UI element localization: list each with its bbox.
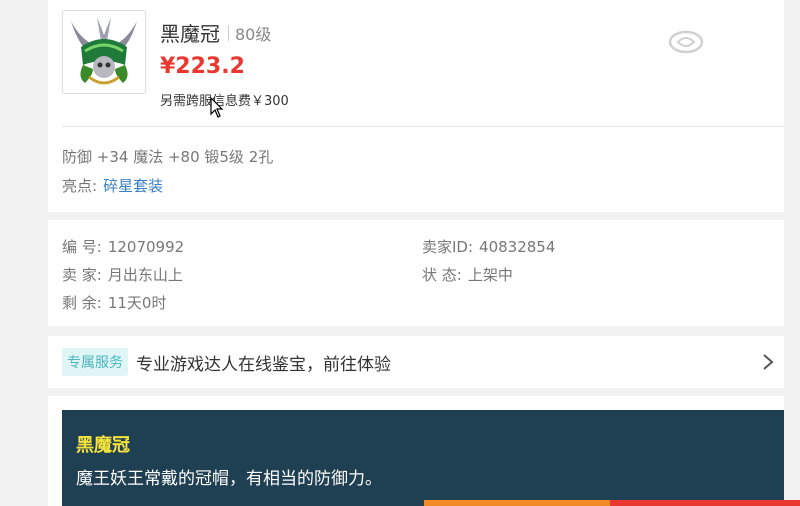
cc-logo-icon [668,30,704,54]
watermark-logo [668,30,706,54]
detail-seller: 卖 家: 月出东山上 [62,264,183,285]
highlight-link[interactable]: 碎星套装 [103,177,163,195]
title-separator [228,24,229,41]
item-price: ¥223.2 [160,54,245,79]
description-text: 魔王妖王常戴的冠帽，有相当的防御力。 [76,469,382,489]
bottom-bar-red[interactable] [610,500,800,506]
item-title: 黑魔冠 [160,22,220,46]
detail-status-label: 状 态: [422,266,462,284]
detail-id-value: 12070992 [107,238,185,256]
description-card: 黑魔冠 魔王妖王常戴的冠帽，有相当的防御力。 [48,396,784,506]
item-highlight: 亮点: 碎星套装 [62,175,163,196]
detail-seller-id: 卖家ID: 40832854 [422,236,555,257]
detail-seller-value: 月出东山上 [107,266,183,284]
description-box: 黑魔冠 魔王妖王常戴的冠帽，有相当的防御力。 [62,410,784,506]
service-text: 专业游戏达人在线鉴宝，前往体验 [136,354,391,375]
mouse-cursor-icon [210,97,224,118]
service-banner[interactable]: 专属服务 专业游戏达人在线鉴宝，前往体验 [48,336,784,388]
detail-seller-id-value: 40832854 [479,238,556,256]
detail-remaining-label: 剩 余: [62,294,102,312]
item-attributes: 防御 +34 魔法 +80 锻5级 2孔 [62,148,274,166]
detail-status-value: 上架中 [467,266,513,284]
item-thumbnail[interactable] [62,10,146,94]
cross-server-fee: 另需跨服信息费￥300 [160,94,289,109]
bottom-bar-orange[interactable] [424,500,610,506]
detail-seller-label: 卖 家: [62,266,102,284]
detail-remaining-value: 11天0时 [107,294,167,312]
detail-card: 编 号: 12070992 卖家ID: 40832854 卖 家: 月出东山上 状 态… [48,220,784,326]
item-level: 80级 [235,24,272,44]
chevron-right-icon[interactable] [758,350,778,374]
detail-status: 状 态: 上架中 [422,264,513,285]
description-title: 黑魔冠 [76,435,130,456]
highlight-label: 亮点: [62,177,98,195]
detail-seller-id-label: 卖家ID: [422,238,474,256]
detail-id: 编 号: 12070992 [62,236,184,257]
detail-remaining: 剩 余: 11天0时 [62,292,166,313]
helmet-icon [71,17,137,85]
divider [62,126,784,127]
detail-id-label: 编 号: [62,238,102,256]
service-tag: 专属服务 [62,348,128,376]
